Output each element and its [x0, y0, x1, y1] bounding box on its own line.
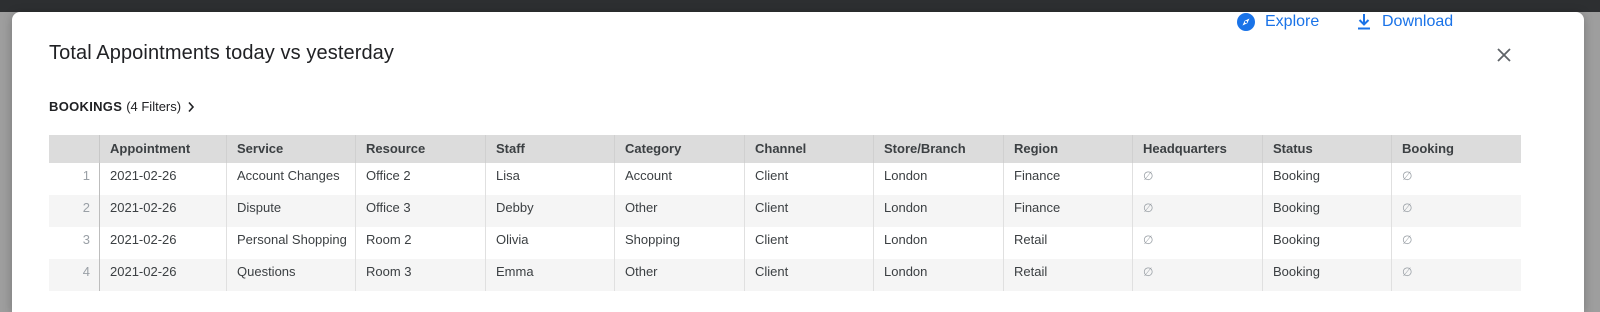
cell-store-branch: London	[873, 259, 1003, 291]
cell-staff: Olivia	[485, 227, 614, 259]
row-index: 2	[49, 195, 100, 227]
cell-headquarters-null: ∅	[1132, 227, 1262, 259]
cell-resource: Room 3	[355, 259, 485, 291]
cell-resource: Office 2	[355, 163, 485, 195]
cell-booking-null: ∅	[1391, 259, 1521, 291]
cell-region: Finance	[1003, 195, 1132, 227]
cell-category: Account	[614, 163, 744, 195]
cell-channel: Client	[744, 195, 873, 227]
explore-button[interactable]: Explore	[1236, 12, 1319, 32]
cell-service: Account Changes	[226, 163, 355, 195]
cell-region: Finance	[1003, 163, 1132, 195]
table-row: 1 2021-02-26 Account Changes Office 2 Li…	[49, 163, 1521, 195]
column-header-booking[interactable]: Booking	[1391, 135, 1521, 163]
cell-appointment: 2021-02-26	[110, 232, 177, 247]
modal-title: Total Appointments today vs yesterday	[49, 42, 394, 64]
row-index: 1	[49, 163, 100, 195]
column-header-headquarters[interactable]: Headquarters	[1132, 135, 1262, 163]
cell-category: Other	[614, 195, 744, 227]
cell-staff: Lisa	[485, 163, 614, 195]
compass-icon	[1236, 12, 1256, 32]
row-index-header	[49, 135, 100, 163]
cell-channel: Client	[744, 227, 873, 259]
chevron-right-icon	[187, 101, 195, 113]
cell-region: Retail	[1003, 227, 1132, 259]
cell-service: Dispute	[226, 195, 355, 227]
download-label: Download	[1382, 13, 1454, 30]
cell-resource: Office 3	[355, 195, 485, 227]
cell-status: Booking	[1262, 259, 1391, 291]
cell-resource: Room 2	[355, 227, 485, 259]
breadcrumb-explore-name: BOOKINGS	[49, 99, 123, 114]
cell-appointment: 2021-02-26	[110, 264, 177, 279]
cell-service: Personal Shopping	[226, 227, 355, 259]
column-header-channel[interactable]: Channel	[744, 135, 873, 163]
column-header-staff[interactable]: Staff	[485, 135, 614, 163]
cell-store-branch: London	[873, 195, 1003, 227]
app-top-bar	[0, 0, 1600, 12]
column-header-service[interactable]: Service	[226, 135, 355, 163]
cell-status: Booking	[1262, 227, 1391, 259]
column-header-resource[interactable]: Resource	[355, 135, 485, 163]
cell-booking-null: ∅	[1391, 227, 1521, 259]
cell-status: Booking	[1262, 195, 1391, 227]
cell-headquarters-null: ∅	[1132, 195, 1262, 227]
cell-booking-null: ∅	[1391, 163, 1521, 195]
breadcrumb-filters: (4 Filters)	[126, 99, 182, 114]
row-index: 4	[49, 259, 100, 291]
cell-channel: Client	[744, 163, 873, 195]
table-row: 3 2021-02-26 Personal Shopping Room 2 Ol…	[49, 227, 1521, 259]
close-icon	[1497, 48, 1511, 62]
explore-label: Explore	[1265, 13, 1320, 30]
cell-category: Shopping	[614, 227, 744, 259]
cell-store-branch: London	[873, 227, 1003, 259]
table-row: 4 2021-02-26 Questions Room 3 Emma Other…	[49, 259, 1521, 291]
results-table: Appointment Service Resource Staff Categ…	[49, 135, 1521, 291]
cell-booking-null: ∅	[1391, 195, 1521, 227]
table-header: Appointment Service Resource Staff Categ…	[49, 135, 1521, 163]
breadcrumb[interactable]: BOOKINGS (4 Filters)	[49, 99, 195, 114]
cell-region: Retail	[1003, 259, 1132, 291]
column-header-category[interactable]: Category	[614, 135, 744, 163]
column-header-appointment[interactable]: Appointment	[100, 135, 226, 163]
cell-service: Questions	[226, 259, 355, 291]
cell-headquarters-null: ∅	[1132, 163, 1262, 195]
cell-headquarters-null: ∅	[1132, 259, 1262, 291]
row-index: 3	[49, 227, 100, 259]
cell-status: Booking	[1262, 163, 1391, 195]
cell-staff: Debby	[485, 195, 614, 227]
download-button[interactable]: Download	[1355, 12, 1453, 32]
close-button[interactable]	[1492, 43, 1516, 67]
cell-category: Other	[614, 259, 744, 291]
cell-appointment: 2021-02-26	[110, 200, 177, 215]
table-row: 2 2021-02-26 Dispute Office 3 Debby Othe…	[49, 195, 1521, 227]
download-icon	[1355, 12, 1373, 32]
column-header-store-branch[interactable]: Store/Branch	[873, 135, 1003, 163]
cell-store-branch: London	[873, 163, 1003, 195]
column-header-status[interactable]: Status	[1262, 135, 1391, 163]
column-header-region[interactable]: Region	[1003, 135, 1132, 163]
cell-staff: Emma	[485, 259, 614, 291]
drill-modal: Total Appointments today vs yesterday Ex…	[12, 12, 1584, 312]
cell-channel: Client	[744, 259, 873, 291]
cell-appointment: 2021-02-26	[110, 168, 177, 183]
